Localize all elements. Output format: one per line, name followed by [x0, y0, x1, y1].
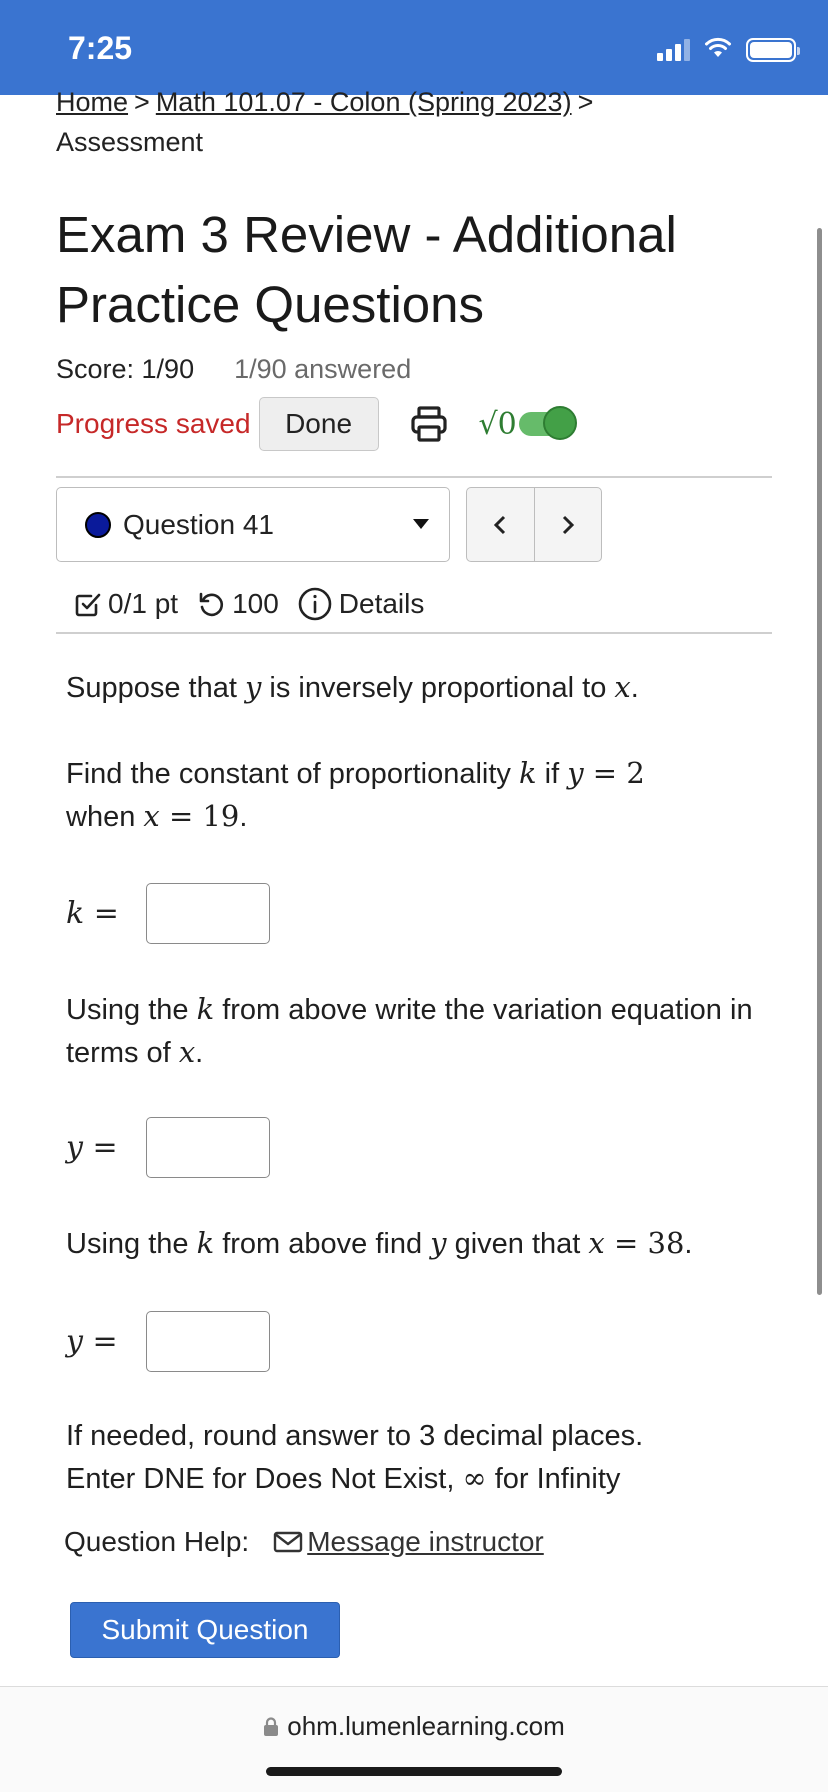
points-item: 0/1 pt [74, 588, 178, 620]
scrollbar[interactable] [817, 228, 822, 1295]
progress-status: Progress saved [56, 408, 251, 439]
breadcrumb-course-link[interactable]: Math 101.07 - Colon (Spring 2023) [156, 87, 572, 117]
attempts-text: 100 [232, 588, 279, 619]
attempts-item: 100 [196, 588, 279, 620]
answer-row-k: k = [66, 882, 270, 944]
question-nav-buttons [466, 487, 602, 562]
divider [56, 476, 772, 478]
mail-icon [273, 1530, 303, 1554]
status-bar: 7:25 [0, 0, 828, 95]
breadcrumb: Home > Math 101.07 - Colon (Spring 2023) > … [56, 82, 756, 162]
chevron-left-icon [494, 515, 506, 534]
signal-icon [657, 39, 690, 61]
question-status-dot [85, 511, 111, 538]
lock-icon [264, 1716, 279, 1736]
answer-label-y: y = [66, 1129, 118, 1165]
question-text-2: Find the constant of proportionality k i… [66, 756, 645, 833]
battery-icon [746, 38, 800, 62]
breadcrumb-home-link[interactable]: Home [56, 87, 128, 117]
question-select-label: Question 41 [123, 508, 274, 540]
url-bar[interactable]: ohm.lumenlearning.com [0, 1711, 828, 1742]
done-button[interactable]: Done [258, 397, 379, 451]
answer-label-k: k = [66, 895, 119, 931]
checkbox-icon [74, 590, 102, 618]
caret-down-icon [413, 519, 429, 529]
answered-count: 1/90 answered [234, 354, 412, 384]
status-icons [657, 36, 800, 64]
submit-question-button[interactable]: Submit Question [70, 1602, 340, 1658]
breadcrumb-current: Assessment [56, 127, 204, 157]
points-text: 0/1 pt [108, 588, 179, 619]
question-meta: 0/1 pt 100 Details [74, 584, 442, 624]
next-question-button[interactable] [533, 488, 602, 561]
breadcrumb-separator: > [577, 87, 594, 117]
wifi-icon [704, 37, 732, 64]
details-item[interactable]: Details [297, 586, 425, 622]
answer-input-k[interactable] [146, 882, 270, 944]
progress-row: Progress saved Done √0 [56, 396, 577, 452]
math-display-toggle[interactable]: √0 [478, 406, 577, 442]
answer-row-y: y = [66, 1310, 270, 1372]
breadcrumb-separator: > [134, 87, 150, 117]
browser-bottom-bar: ohm.lumenlearning.com [0, 1686, 828, 1792]
answer-input-y[interactable] [146, 1310, 270, 1372]
message-instructor-link[interactable]: Message instructor [307, 1526, 544, 1558]
retry-icon [196, 589, 226, 619]
score-row: Score: 1/90 1/90 answered [56, 354, 411, 385]
divider [56, 632, 772, 634]
question-help-label: Question Help: [64, 1526, 250, 1557]
toggle-switch[interactable] [518, 406, 577, 440]
infinity-symbol: ∞ [462, 1461, 487, 1495]
sqrt-icon: √0 [478, 406, 517, 442]
status-time: 7:25 [68, 30, 133, 66]
page-title: Exam 3 Review - Additional Practice Ques… [56, 206, 677, 333]
question-help: Question Help: Message instructor [64, 1526, 544, 1558]
info-icon [297, 586, 333, 622]
chevron-right-icon [562, 515, 574, 534]
previous-question-button[interactable] [467, 488, 534, 561]
question-text-3: Using the k from above write the variati… [66, 992, 753, 1069]
answer-row-equation: y = [66, 1116, 270, 1178]
answer-label-y: y = [66, 1323, 118, 1359]
answer-instructions: If needed, round answer to 3 decimal pla… [66, 1420, 644, 1495]
details-text: Details [338, 588, 425, 619]
home-indicator[interactable] [266, 1767, 562, 1776]
score-label: Score: 1/90 [56, 354, 195, 384]
question-text-1: Suppose that y is inversely proportional… [66, 670, 639, 704]
question-text-4: Using the k from above find y given that… [66, 1226, 693, 1260]
url-text: ohm.lumenlearning.com [287, 1711, 565, 1741]
answer-input-equation[interactable] [146, 1116, 270, 1178]
question-select[interactable]: Question 41 [56, 487, 450, 562]
print-icon[interactable] [407, 402, 451, 446]
